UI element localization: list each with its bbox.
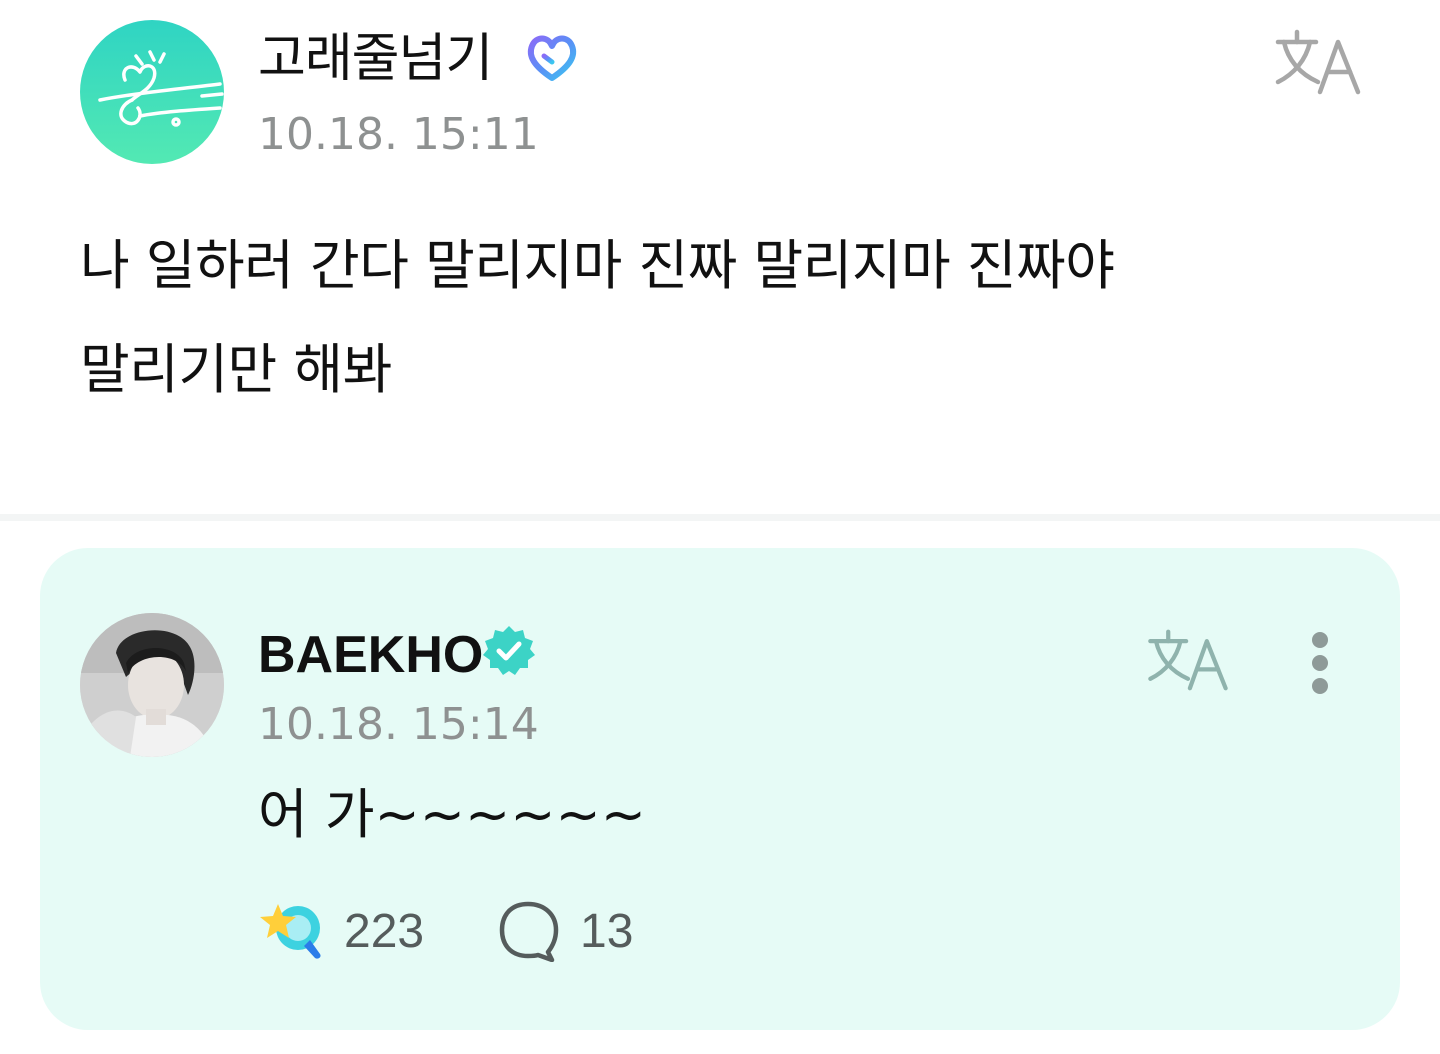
artist-comment-card: BAEKHO 10.18. 15:14 어 가~~~~~~ 223 13 <box>40 548 1400 1030</box>
heart-doodle-logo-icon <box>98 50 224 127</box>
artist-avatar[interactable] <box>80 613 224 757</box>
verified-check-badge-icon <box>483 626 535 675</box>
community-avatar[interactable] <box>80 20 224 164</box>
post-timestamp: 10.18. 15:11 <box>258 109 539 160</box>
reply-count: 13 <box>580 905 634 958</box>
comment-author-name[interactable]: BAEKHO <box>258 620 483 690</box>
original-post: 고래줄넘기 10.18. 15:11 나 일하러 간다 말리지마 진짜 말리지마… <box>0 0 1440 514</box>
post-body: 나 일하러 간다 말리지마 진짜 말리지마 진짜야 말리기만 해봐 <box>80 214 1370 422</box>
star-reaction-icon <box>260 904 321 959</box>
post-body-line: 말리기만 해봐 <box>80 338 392 401</box>
post-body-line: 나 일하러 간다 말리지마 진짜 말리지마 진짜야 <box>80 234 1115 297</box>
post-author-name[interactable]: 고래줄넘기 <box>258 24 493 94</box>
more-options-button[interactable] <box>1308 630 1332 696</box>
speech-bubble-icon <box>499 901 559 962</box>
official-heart-badge-icon <box>527 35 577 81</box>
more-dot-icon <box>1312 678 1328 694</box>
reaction-count: 223 <box>344 905 425 958</box>
comment-timestamp: 10.18. 15:14 <box>258 699 539 750</box>
section-divider <box>0 514 1440 521</box>
comment-body: 어 가~~~~~~ <box>258 783 647 846</box>
post-translate-button[interactable] <box>1274 28 1362 96</box>
translate-icon <box>1275 29 1361 95</box>
more-dot-icon <box>1312 655 1328 671</box>
comment-translate-button[interactable] <box>1146 628 1230 692</box>
more-dot-icon <box>1312 632 1328 648</box>
artist-photo-icon <box>80 613 224 757</box>
post-detail-page: 고래줄넘기 10.18. 15:11 나 일하러 간다 말리지마 진짜 말리지마… <box>0 0 1440 1054</box>
translate-icon <box>1148 629 1228 691</box>
